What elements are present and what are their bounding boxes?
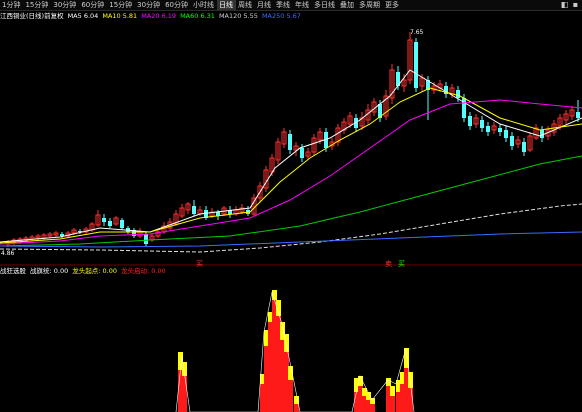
- candle-body: [468, 116, 472, 126]
- candle: [473, 114, 479, 128]
- candle: [444, 82, 448, 98]
- indicator-bar-body: [288, 380, 293, 412]
- candle-body: [480, 120, 484, 128]
- candle: [407, 32, 413, 84]
- candle-body: [300, 148, 304, 158]
- candle-body: [108, 221, 112, 226]
- ma10-line: [0, 87, 582, 244]
- ma120-line: [0, 203, 582, 253]
- candle: [179, 204, 185, 218]
- high-price-label: 7.65: [410, 29, 424, 36]
- candle-body: [414, 42, 418, 88]
- indicator-bar-body: [390, 396, 395, 412]
- ma5-line: [0, 69, 582, 243]
- candle-body: [510, 136, 514, 146]
- candle: [192, 200, 196, 216]
- candle: [275, 138, 281, 164]
- candle: [263, 166, 269, 192]
- indicator-outline: [175, 291, 415, 412]
- candle: [246, 206, 250, 216]
- buy-marker-2: 买: [398, 260, 405, 268]
- candle-body: [456, 90, 460, 98]
- candlesticks: [5, 32, 580, 247]
- candle: [120, 218, 124, 230]
- candle: [491, 122, 497, 134]
- candle: [311, 134, 317, 156]
- candle: [414, 38, 418, 92]
- candle: [510, 132, 514, 150]
- candle: [498, 124, 502, 136]
- candle: [108, 218, 112, 228]
- candle-body: [192, 206, 196, 214]
- candle: [569, 106, 575, 120]
- candle: [228, 206, 232, 218]
- low-price-label: 4.86: [1, 250, 15, 257]
- candle: [185, 202, 191, 214]
- indicator-bar: [408, 372, 413, 412]
- candle-body: [144, 234, 148, 244]
- candle: [251, 194, 257, 216]
- indicator-bar: [370, 398, 375, 412]
- indicator-bar-body: [294, 404, 299, 412]
- candle-body: [120, 220, 124, 228]
- sell-marker-1: 卖: [385, 260, 392, 268]
- moving-averages: [0, 69, 582, 253]
- candle: [383, 90, 389, 120]
- candle: [281, 128, 287, 148]
- candle: [563, 110, 569, 124]
- candle: [389, 64, 395, 104]
- indicator-bar-body: [370, 404, 375, 412]
- indicator-bar: [390, 386, 395, 412]
- kline-chart[interactable]: 7.65 4.86 买 卖 买: [0, 0, 582, 412]
- candle: [335, 124, 341, 146]
- candle-body: [576, 112, 580, 118]
- indicator-bar-top: [390, 386, 395, 396]
- candle: [480, 116, 484, 132]
- candle: [293, 142, 299, 156]
- candle: [371, 98, 377, 116]
- candle-body: [102, 218, 106, 222]
- candle: [102, 214, 106, 226]
- candle-body: [486, 126, 490, 132]
- candle: [486, 122, 490, 136]
- candle: [341, 118, 347, 134]
- candle: [29, 235, 35, 241]
- candle-body: [504, 130, 508, 138]
- candle: [95, 210, 101, 227]
- candle: [113, 216, 119, 226]
- candle: [233, 206, 239, 216]
- candle-body: [60, 234, 64, 236]
- candle: [155, 230, 161, 238]
- candle: [288, 130, 292, 154]
- candle-body: [498, 128, 502, 132]
- candle: [47, 232, 53, 238]
- candle: [504, 126, 508, 142]
- ma20-line: [0, 99, 582, 245]
- candle-body: [522, 142, 526, 152]
- candle: [527, 132, 533, 152]
- candle: [53, 231, 59, 237]
- candle: [137, 228, 143, 238]
- candle: [515, 136, 521, 148]
- candle: [522, 138, 526, 156]
- indicator-bars: [175, 290, 415, 412]
- buy-marker: 买: [196, 260, 203, 268]
- indicator-bar-body: [182, 376, 187, 412]
- candle: [533, 124, 539, 140]
- candle-body: [288, 134, 292, 150]
- candle: [468, 112, 472, 130]
- candle: [132, 228, 136, 238]
